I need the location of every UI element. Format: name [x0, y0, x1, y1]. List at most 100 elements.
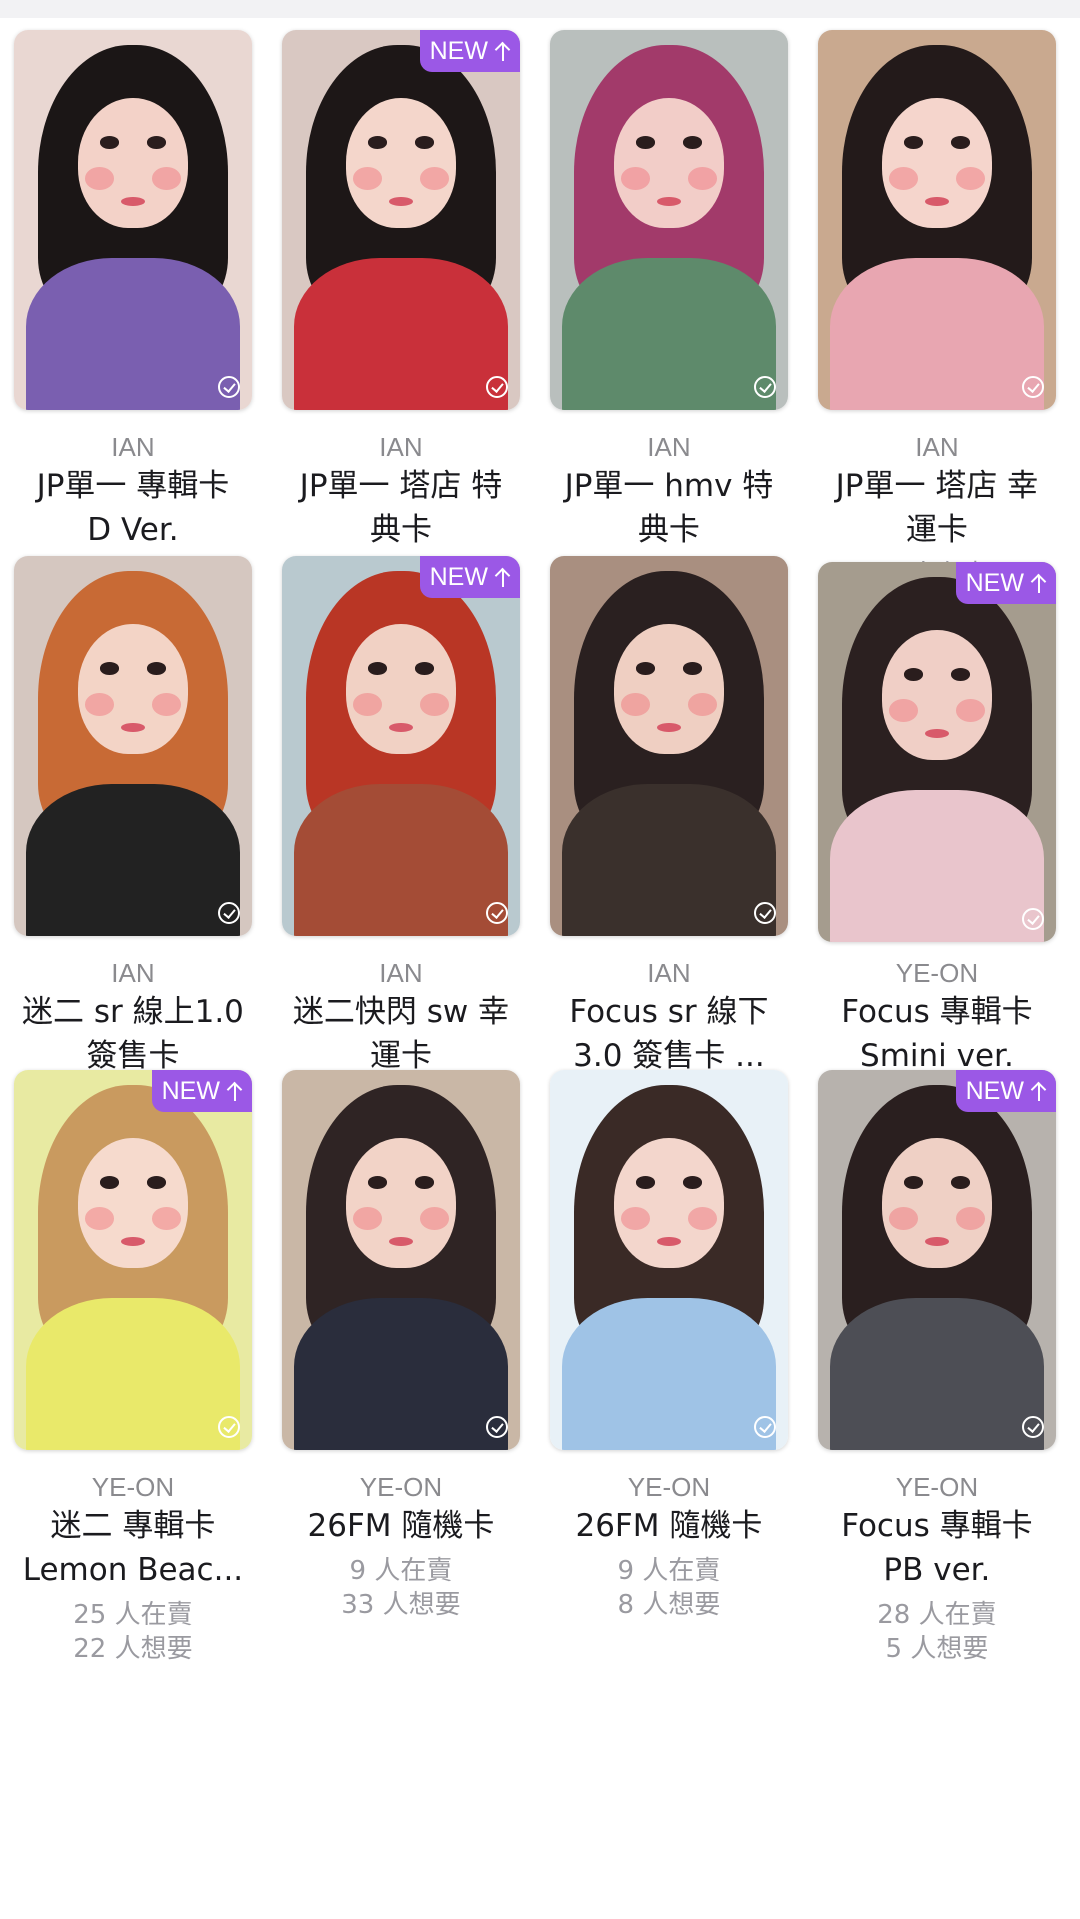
photo-eye [951, 136, 971, 149]
artist-name: IAN [379, 958, 423, 988]
new-badge: NEW [955, 1070, 1056, 1112]
card-title-line1[interactable]: Focus 專輯卡 [805, 990, 1069, 1034]
check-circle-icon[interactable] [485, 1416, 508, 1438]
photo-outfit [293, 258, 509, 410]
photo-eye [635, 662, 655, 675]
photo-blush [151, 166, 181, 190]
wanting-count: 22 人想要 [73, 1634, 193, 1664]
photo-face [614, 98, 724, 228]
artist-name: YE-ON [359, 1472, 443, 1502]
photo-eye [951, 1176, 971, 1189]
photo-blush [85, 1206, 114, 1230]
check-circle-icon[interactable] [753, 902, 776, 924]
photo-eye [367, 136, 387, 149]
arrow-up-icon [1032, 1081, 1046, 1101]
photocard-image[interactable] [549, 1070, 788, 1450]
card-title-line1[interactable]: JP單一 塔店 幸 [805, 464, 1069, 508]
photo-blush [955, 1206, 985, 1230]
photo-eye [147, 136, 167, 149]
photocard-image[interactable] [13, 30, 252, 410]
photocard-image[interactable]: NEW [281, 30, 520, 410]
photo-face [614, 1138, 724, 1268]
photocard-image[interactable] [281, 1070, 520, 1450]
photocard-image[interactable] [549, 556, 788, 936]
card-title-line2[interactable]: Lemon Beac... [1, 1548, 265, 1592]
card-title-line1[interactable]: JP單一 塔店 特 [269, 464, 533, 508]
check-circle-icon[interactable] [217, 376, 240, 398]
card-title-line2[interactable]: 運卡 [805, 508, 1069, 552]
card-title-line2[interactable]: PB ver. [805, 1548, 1069, 1592]
photocard-image[interactable] [817, 30, 1056, 410]
photo-outfit [25, 1298, 241, 1450]
photo-face [78, 1138, 188, 1268]
card-title-line1[interactable]: 迷二 專輯卡 [1, 1504, 265, 1548]
artist-name: IAN [379, 432, 423, 462]
photocard-image[interactable]: NEW [817, 1070, 1056, 1450]
photo-eye [903, 668, 923, 681]
photocard-info: YE-ON 26FM 隨機卡 9 人在賣 33 人想要 [269, 1470, 533, 1622]
photo-blush [353, 166, 382, 190]
photocard-image[interactable] [13, 556, 252, 936]
card-title-line1[interactable]: 迷二快閃 sw 幸 [269, 990, 533, 1034]
photo-blush [85, 692, 114, 716]
check-circle-icon[interactable] [753, 376, 776, 398]
card-title-line1[interactable]: 26FM 隨機卡 [269, 1504, 533, 1548]
photo-face [78, 98, 188, 228]
photo-face [346, 98, 456, 228]
photocard-image[interactable] [549, 30, 788, 410]
photo-eye [683, 1176, 703, 1189]
photo-blush [889, 698, 918, 722]
photo-blush [889, 166, 918, 190]
card-title-line1[interactable]: 迷二 sr 線上1.0 [1, 990, 265, 1034]
wanting-count: 33 人想要 [341, 1590, 461, 1620]
new-badge-label: NEW [965, 1077, 1024, 1105]
photocard-grid: IAN JP單一 專輯卡 D Ver. 6 人在賣 123 人想要 NEW IA… [0, 0, 1080, 1919]
check-circle-icon[interactable] [753, 1416, 776, 1438]
artist-name: YE-ON [91, 1472, 175, 1502]
arrow-up-icon [496, 567, 510, 587]
card-title-line2[interactable]: D Ver. [1, 508, 265, 552]
photo-eye [147, 662, 167, 675]
photo-face [614, 624, 724, 754]
card-title-line1[interactable]: Focus sr 線下 [537, 990, 801, 1034]
photocard-image[interactable]: NEW [817, 562, 1056, 942]
check-circle-icon[interactable] [217, 1416, 240, 1438]
photo-outfit [25, 258, 241, 410]
photo-blush [85, 166, 114, 190]
photo-blush [687, 166, 717, 190]
check-circle-icon[interactable] [217, 902, 240, 924]
selling-count: 25 人在賣 [73, 1600, 193, 1630]
check-circle-icon[interactable] [485, 376, 508, 398]
photocard-image[interactable]: NEW [281, 556, 520, 936]
card-title-line2[interactable]: 典卡 [269, 508, 533, 552]
check-circle-icon[interactable] [1021, 376, 1044, 398]
card-title-line1[interactable]: JP單一 專輯卡 [1, 464, 265, 508]
photo-outfit [561, 258, 777, 410]
photocard-image[interactable]: NEW [13, 1070, 252, 1450]
card-title-line2[interactable]: 典卡 [537, 508, 801, 552]
photo-blush [419, 166, 449, 190]
check-circle-icon[interactable] [485, 902, 508, 924]
artist-name: IAN [647, 432, 691, 462]
photocard-info: YE-ON Focus 專輯卡 PB ver. 28 人在賣 5 人想要 [805, 1470, 1069, 1666]
check-circle-icon[interactable] [1021, 1416, 1044, 1438]
new-badge: NEW [151, 1070, 252, 1112]
photo-blush [621, 692, 650, 716]
photo-outfit [561, 1298, 777, 1450]
photo-blush [687, 692, 717, 716]
artist-name: IAN [647, 958, 691, 988]
photo-eye [635, 136, 655, 149]
photo-face [882, 98, 992, 228]
photo-eye [415, 1176, 435, 1189]
photocard-info: YE-ON 迷二 專輯卡 Lemon Beac... 25 人在賣 22 人想要 [1, 1470, 265, 1666]
card-title-line1[interactable]: 26FM 隨機卡 [537, 1504, 801, 1548]
check-circle-icon[interactable] [1021, 908, 1044, 930]
artist-name: YE-ON [895, 1472, 979, 1502]
photo-blush [621, 166, 650, 190]
arrow-up-icon [228, 1081, 242, 1101]
selling-count: 9 人在賣 [617, 1556, 721, 1586]
card-title-line1[interactable]: Focus 專輯卡 [805, 1504, 1069, 1548]
card-title-line1[interactable]: JP單一 hmv 特 [537, 464, 801, 508]
photocard-info: YE-ON 26FM 隨機卡 9 人在賣 8 人想要 [537, 1470, 801, 1622]
new-badge: NEW [419, 556, 520, 598]
